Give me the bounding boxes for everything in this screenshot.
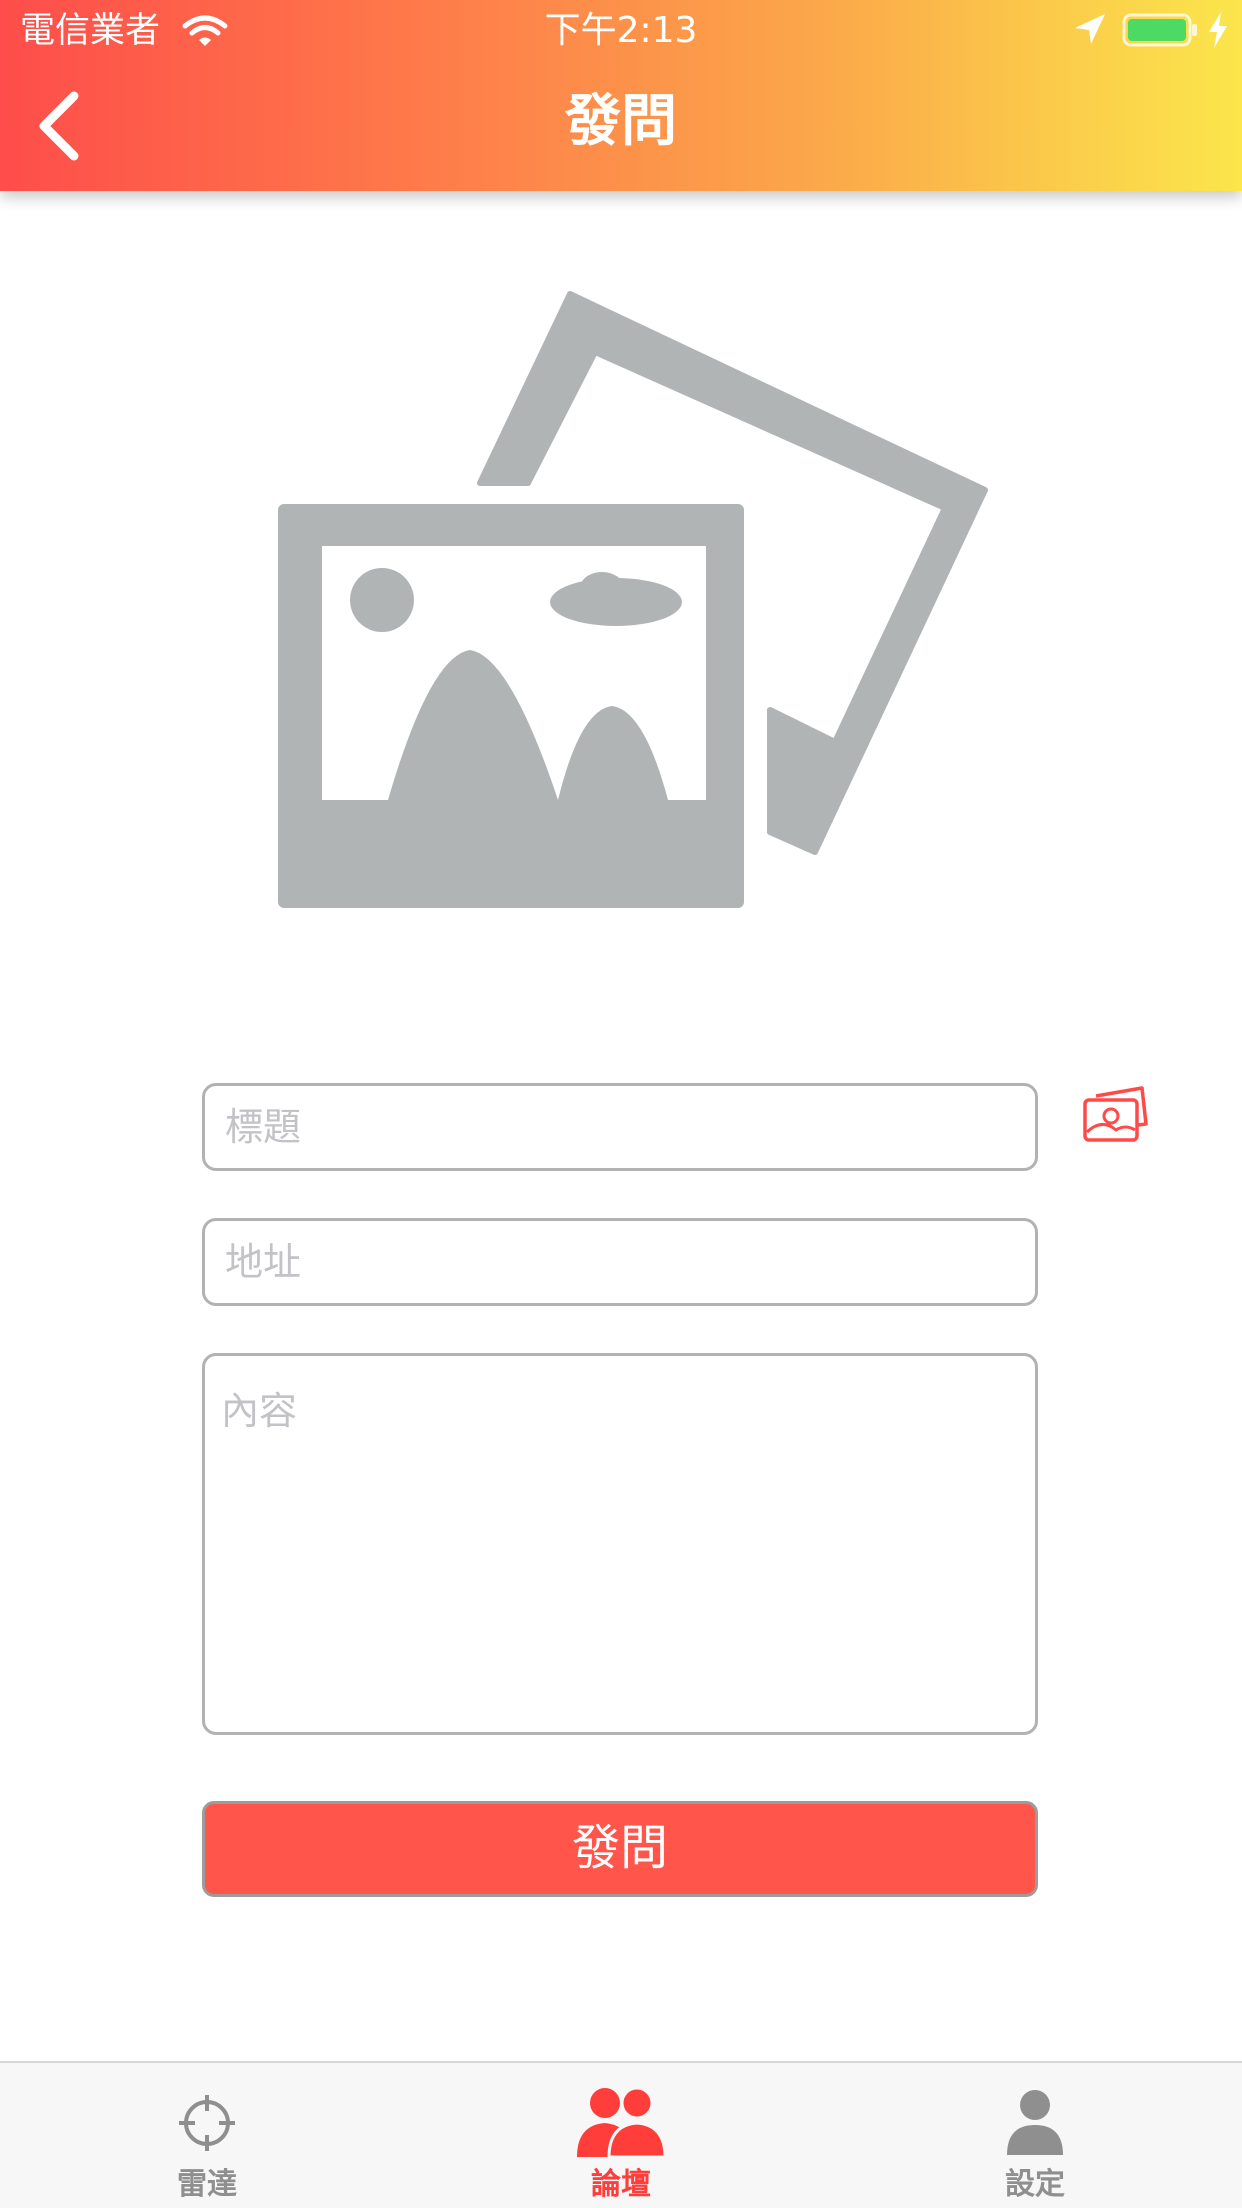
tab-bar: 雷達 論壇 設定	[0, 2061, 1242, 2208]
tab-forum[interactable]: 論壇	[414, 2063, 828, 2208]
content-field-wrapper	[202, 1353, 1038, 1735]
image-gallery-icon[interactable]	[1082, 1084, 1148, 1144]
photo-placeholder-icon[interactable]	[260, 280, 1000, 940]
title-field-wrapper	[202, 1083, 1038, 1171]
address-input[interactable]	[205, 1221, 1035, 1303]
ask-question-screen: 電信業者 下午2:13 發問 標題 地址 內容 發問 雷達 論壇 設定	[0, 0, 1242, 2208]
location-arrow-icon	[1075, 14, 1105, 44]
content-textarea[interactable]	[205, 1356, 1035, 1732]
tab-settings[interactable]: 設定	[828, 2063, 1242, 2208]
title-input[interactable]	[205, 1086, 1035, 1168]
crosshair-icon	[179, 2095, 235, 2151]
tab-label: 設定	[1005, 2167, 1065, 2202]
status-time: 下午2:13	[544, 10, 698, 51]
submit-question-button[interactable]: 發問	[202, 1801, 1038, 1897]
battery-icon	[1122, 13, 1197, 47]
tab-label: 雷達	[177, 2167, 237, 2202]
back-button[interactable]	[24, 86, 94, 166]
tab-radar[interactable]: 雷達	[0, 2063, 414, 2208]
address-field-wrapper	[202, 1218, 1038, 1306]
page-title: 發問	[565, 89, 677, 154]
charging-bolt-icon	[1209, 12, 1227, 48]
chevron-left-icon	[39, 91, 79, 161]
person-icon	[1007, 2090, 1063, 2155]
tab-label: 論壇	[591, 2167, 651, 2202]
users-icon	[577, 2086, 667, 2157]
navigation-header: 電信業者 下午2:13 發問	[0, 0, 1242, 191]
